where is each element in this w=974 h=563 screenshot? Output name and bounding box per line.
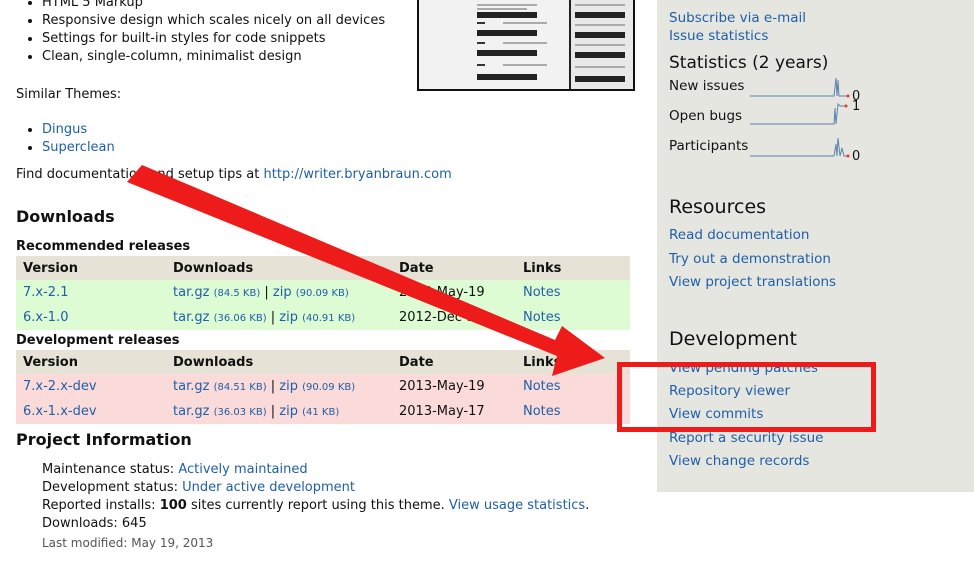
annotation-highlight-box	[617, 362, 876, 432]
annotation-arrow	[127, 165, 605, 376]
